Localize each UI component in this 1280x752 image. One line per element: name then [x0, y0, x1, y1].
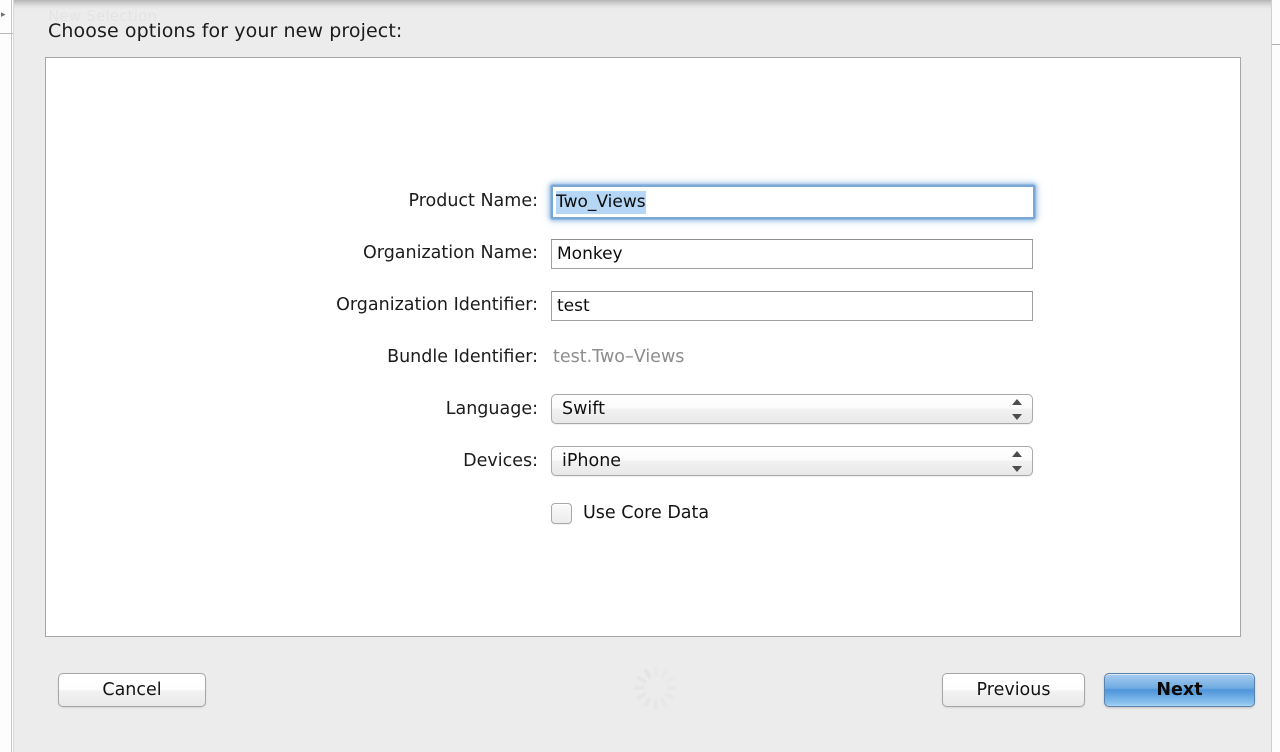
checkbox-icon[interactable]	[551, 502, 572, 524]
cancel-button[interactable]: Cancel	[58, 673, 206, 707]
text-input[interactable]: test	[551, 291, 1033, 321]
checkbox-label: Use Core Data	[583, 503, 710, 523]
next-button[interactable]: Next	[1104, 673, 1255, 707]
read-only-value: test.Two–Views	[553, 347, 685, 367]
popup-button[interactable]: Swift	[551, 394, 1033, 424]
background-window-right-edge	[1272, 0, 1280, 752]
text-input-value: test	[557, 296, 590, 316]
stepper-arrows-icon[interactable]	[1012, 399, 1023, 420]
background-window-left-edge	[0, 0, 12, 752]
chevron-right-icon[interactable]: ▸	[1, 11, 9, 20]
use-core-data-checkbox-row[interactable]: Use Core Data	[551, 497, 709, 529]
form-row: Devices: iPhone	[46, 443, 1240, 479]
form-row: Product Name: Two_Views	[46, 183, 1240, 219]
stepper-arrows-icon[interactable]	[1012, 451, 1023, 472]
text-input-value: Monkey	[557, 244, 623, 264]
field-label: Organization Name:	[363, 243, 538, 263]
text-input-value: Two_Views	[556, 191, 646, 214]
popup-button-value: iPhone	[562, 451, 622, 471]
form-row: Organization Name: Monkey	[46, 235, 1240, 271]
background-window-right-divider	[1271, 44, 1280, 45]
field-label: Bundle Identifier:	[387, 347, 538, 367]
popup-button-value: Swift	[562, 399, 605, 419]
form-row: Use Core Data	[46, 495, 1240, 531]
previous-button[interactable]: Previous	[942, 673, 1085, 707]
sheet-top-shadow	[14, 0, 1271, 10]
form-row: Language: Swift	[46, 391, 1240, 427]
popup-button[interactable]: iPhone	[551, 446, 1033, 476]
progress-spinner-icon	[632, 664, 680, 712]
text-input[interactable]: Two_Views	[551, 185, 1035, 219]
field-label: Organization Identifier:	[336, 295, 538, 315]
field-label: Devices:	[463, 451, 538, 471]
field-label: Product Name:	[408, 191, 538, 211]
background-window-toolbar-divider	[0, 33, 13, 34]
text-input[interactable]: Monkey	[551, 239, 1033, 269]
options-panel: Product Name: Two_Views Organization Name:…	[45, 57, 1241, 637]
form-row: Bundle Identifier: test.Two–Views	[46, 339, 1240, 375]
new-project-options-sheet: New Selection Choose options for your ne…	[13, 0, 1272, 752]
field-label: Language:	[445, 399, 538, 419]
form-row: Organization Identifier: test	[46, 287, 1240, 323]
page-title: Choose options for your new project:	[48, 20, 403, 42]
options-form: Product Name: Two_Views Organization Name:…	[46, 58, 1240, 636]
